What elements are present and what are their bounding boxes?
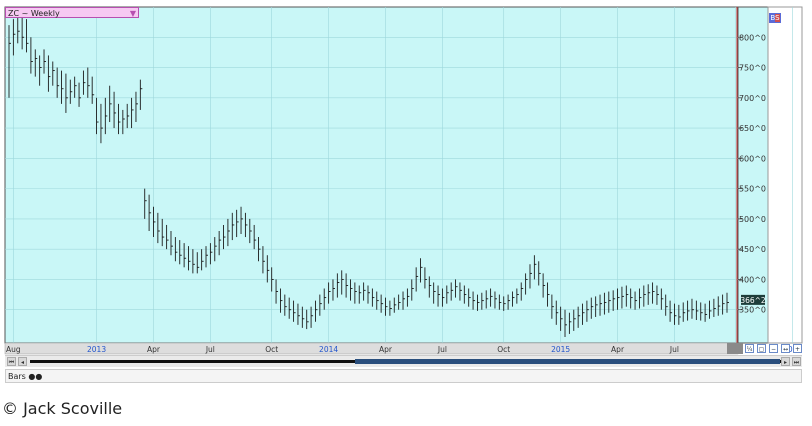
buy-sell-badge[interactable]: BS (769, 13, 781, 23)
x-tick-label: Oct (497, 345, 510, 354)
zoom-fit-icon[interactable]: ¼ (745, 344, 754, 353)
last-price-tag: 366^2 (740, 294, 766, 305)
y-tick-label: 600^0 (739, 154, 766, 163)
y-tick-label: 650^0 (739, 124, 766, 133)
x-tick-label: 2015 (551, 345, 570, 354)
scroll-last-icon[interactable]: ⏭ (792, 357, 801, 366)
triangle-down-icon[interactable]: ▼ (130, 8, 136, 19)
x-tick-label: Apr (147, 345, 161, 354)
zoom-in-icon[interactable]: + (793, 344, 802, 353)
y-tick-label: 750^0 (739, 64, 766, 73)
plot-area[interactable] (4, 6, 739, 344)
scroll-right-icon[interactable]: ▸ (781, 357, 790, 366)
zoom-out-icon[interactable]: − (769, 344, 778, 353)
sell-label: S (775, 14, 780, 22)
symbol-label: ZC ~ Weekly (8, 9, 60, 18)
scroll-first-icon[interactable]: ⏮ (7, 357, 16, 366)
tab-bars-label: Bars (8, 372, 26, 381)
symbol-selector[interactable]: ZC ~ Weekly ▼ (5, 7, 139, 18)
tab-bars[interactable]: Bars ●● (8, 371, 42, 382)
zoom-reset-icon[interactable]: ↔ (781, 344, 790, 353)
x-tick-label: 2013 (87, 345, 106, 354)
x-tick-label: Jul (669, 345, 679, 354)
x-tick-label: 2014 (319, 345, 338, 354)
y-tick-label: 700^0 (739, 94, 766, 103)
x-tick-label: Jul (205, 345, 215, 354)
y-tick-label: 450^0 (739, 245, 766, 254)
price-chart: 350^0 400^0 450^0 500^0 550^0 600^0 650^0 700^0… (0, 0, 812, 390)
zoom-bars-icon[interactable]: ▢ (757, 344, 766, 353)
y-tick-label: 500^0 (739, 215, 766, 224)
y-tick-label: 550^0 (739, 185, 766, 194)
right-panel (767, 6, 803, 344)
x-tick-label: Apr (379, 345, 393, 354)
axis-corner-box (727, 343, 743, 354)
y-tick-label: 400^0 (739, 275, 766, 284)
horizontal-scrollbar[interactable]: ⏮ ◂ ▸ ⏭ (5, 355, 802, 367)
last-price-tag-text: 366^2 (740, 296, 766, 305)
x-tick-label: Apr (611, 345, 625, 354)
x-axis-strip (4, 342, 739, 355)
copyright-text: © Jack Scoville (2, 399, 123, 418)
x-tick-label: Aug (6, 345, 21, 354)
y-tick-label: 800^0 (739, 33, 766, 42)
chart-area: 350^0 400^0 450^0 500^0 550^0 600^0 650^0 700^0… (0, 0, 812, 390)
bars-style-icon: ●● (28, 372, 43, 381)
scroll-thumb[interactable] (355, 359, 780, 364)
x-tick-label: Oct (265, 345, 278, 354)
chart-tabs: Bars ●● (5, 369, 802, 383)
x-tick-label: Jul (437, 345, 447, 354)
y-tick-label: 350^0 (739, 306, 766, 315)
price-axis-panel (737, 6, 769, 344)
scroll-left-icon[interactable]: ◂ (18, 357, 27, 366)
